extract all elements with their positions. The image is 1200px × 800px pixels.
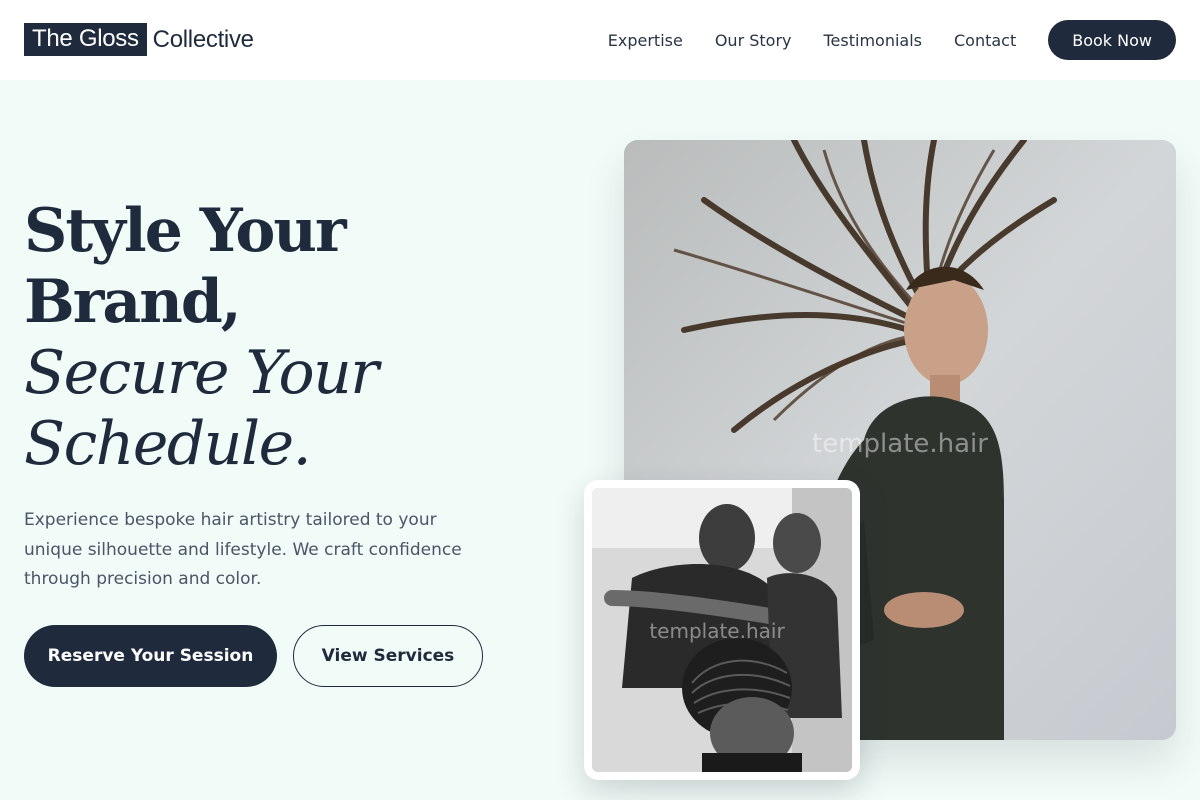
logo-highlight: The Gloss [24,23,147,56]
main-nav: Expertise Our Story Testimonials Contact… [608,0,1176,80]
view-services-button[interactable]: View Services [293,625,483,687]
photo-watermark-small: template.hair [649,619,785,643]
salon-photo: template.hair [592,488,852,772]
nav-link-expertise[interactable]: Expertise [608,31,683,50]
headline-line-3: Secure Your [24,338,379,408]
brand-logo[interactable]: The Gloss Collective [24,21,254,58]
book-now-button[interactable]: Book Now [1048,20,1176,60]
hero-lead-text: Experience bespoke hair artistry tailore… [24,510,462,589]
nav-link-our-story[interactable]: Our Story [715,31,792,50]
headline-line-2: Brand, [24,267,242,337]
site-header: The Gloss Collective Expertise Our Story… [0,0,1200,80]
reserve-session-button[interactable]: Reserve Your Session [24,625,277,687]
headline-line-4: Schedule. [24,409,312,479]
salon-photo-card: template.hair [584,480,860,780]
salon-photo-illustration: template.hair [592,488,852,772]
nav-link-contact[interactable]: Contact [954,31,1016,50]
nav-link-testimonials[interactable]: Testimonials [824,31,923,50]
photo-watermark: template.hair [812,429,988,459]
logo-text: Collective [152,25,254,53]
headline-line-1: Style Your [24,196,347,266]
hero-headline: Style Your Brand, Secure Your Schedule. [24,196,379,480]
